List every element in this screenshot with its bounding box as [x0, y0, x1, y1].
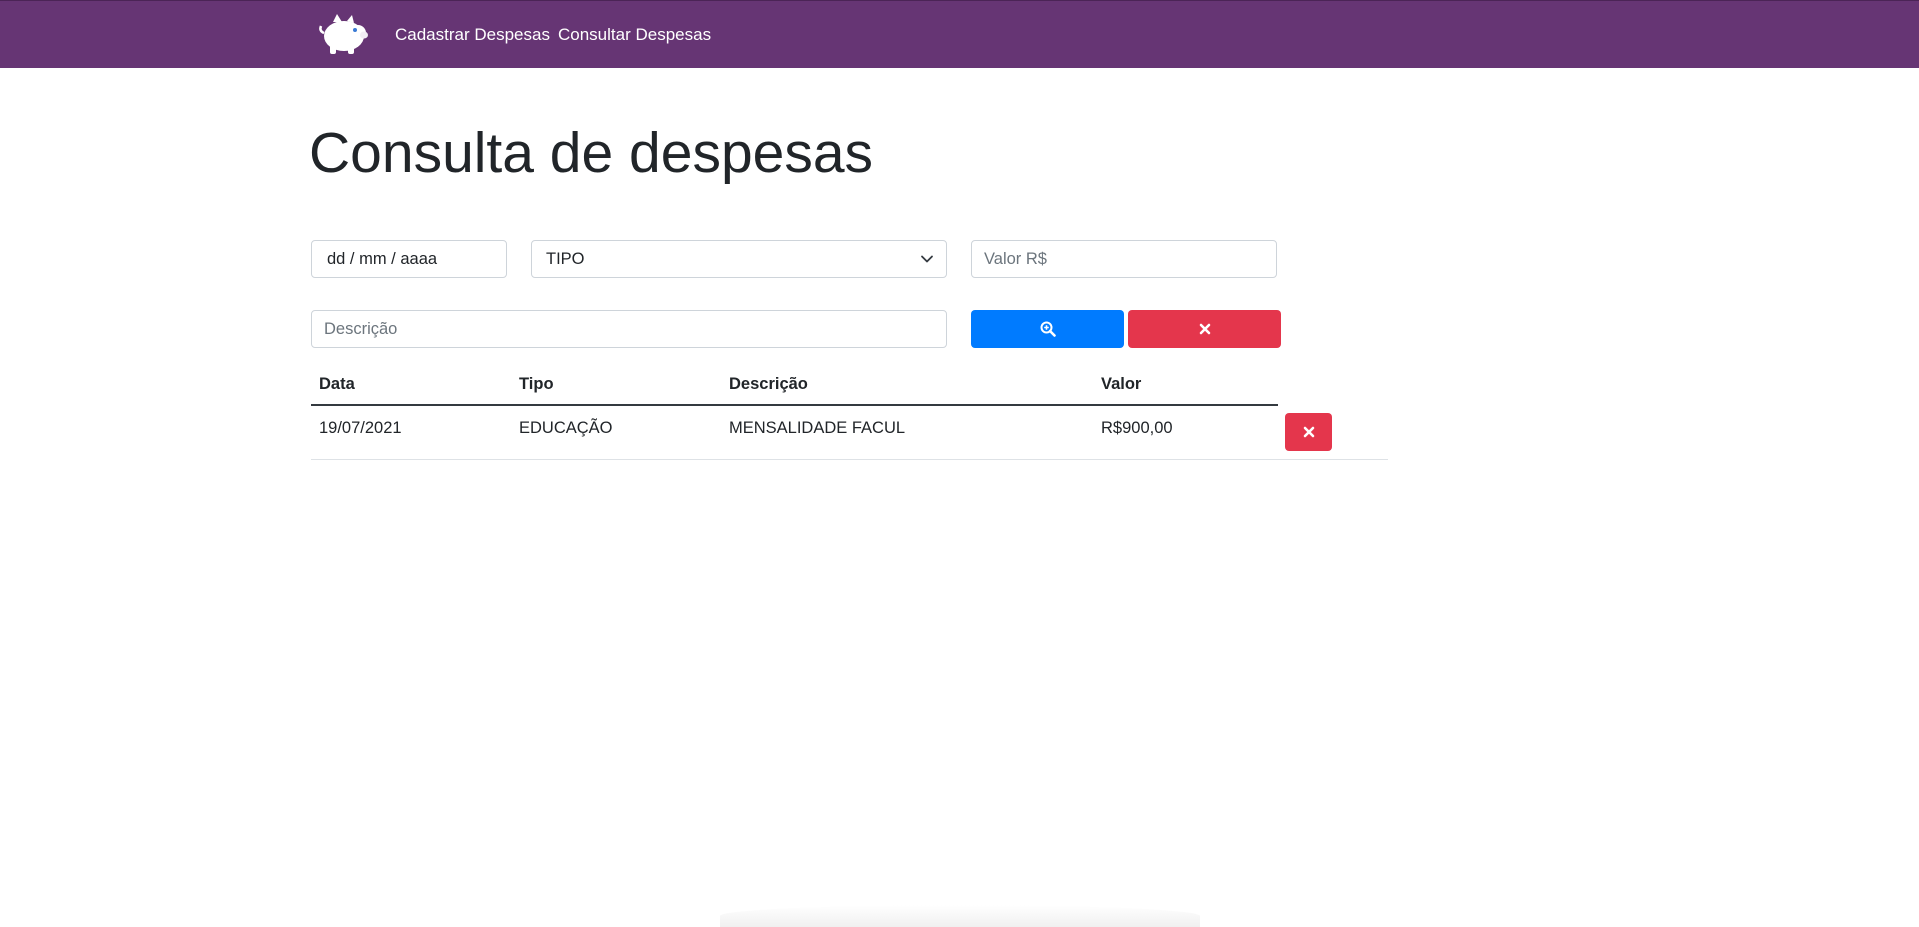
table-header-row: Data Tipo Descrição Valor — [311, 364, 1278, 406]
close-icon — [1199, 323, 1210, 335]
search-button[interactable] — [971, 310, 1124, 348]
brand-logo[interactable] — [317, 11, 369, 57]
piggy-bank-icon — [319, 14, 368, 54]
table-row: 19/07/2021 EDUCAÇÃO MENSALIDADE FACUL R$… — [311, 405, 1278, 451]
cell-valor: R$900,00 — [1101, 419, 1173, 437]
close-icon — [1303, 426, 1314, 438]
tipo-selected-value: TIPO — [546, 250, 585, 268]
bottom-shadow — [720, 905, 1200, 927]
page-title: Consulta de despesas — [309, 121, 874, 185]
delete-row-button[interactable] — [1285, 413, 1332, 451]
expenses-table: Data Tipo Descrição Valor 19/07/2021 EDU… — [311, 364, 1278, 451]
date-placeholder: dd / mm / aaaa — [327, 250, 438, 268]
zoom-in-icon — [1040, 321, 1056, 337]
row-divider — [311, 459, 1388, 460]
column-header-data: Data — [311, 364, 511, 406]
column-header-tipo: Tipo — [511, 364, 721, 406]
cell-tipo: EDUCAÇÃO — [519, 419, 613, 437]
descricao-input[interactable] — [311, 310, 947, 348]
nav-consultar-despesas[interactable]: Consultar Despesas — [558, 25, 711, 45]
valor-input[interactable] — [971, 240, 1277, 278]
clear-filters-button[interactable] — [1128, 310, 1281, 348]
column-header-valor: Valor — [1093, 364, 1278, 406]
cell-data: 19/07/2021 — [319, 419, 402, 437]
date-field[interactable]: dd / mm / aaaa — [311, 240, 507, 278]
cell-descricao: MENSALIDADE FACUL — [729, 419, 906, 437]
nav-cadastrar-despesas[interactable]: Cadastrar Despesas — [395, 25, 550, 45]
chevron-down-icon — [921, 255, 933, 263]
column-header-descricao: Descrição — [721, 364, 1093, 406]
navbar: Cadastrar Despesas Consultar Despesas — [0, 0, 1919, 68]
tipo-select[interactable]: TIPO — [531, 240, 947, 278]
